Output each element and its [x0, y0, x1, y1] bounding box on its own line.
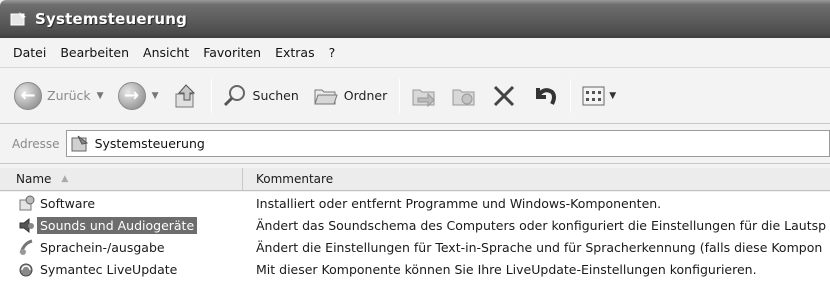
- search-label: Suchen: [252, 88, 299, 103]
- delete-icon: [494, 85, 515, 106]
- copy-to-icon: [452, 89, 475, 105]
- views-dropdown-icon[interactable]: ▼: [609, 91, 616, 101]
- list-item[interactable]: Sounds und Audiogeräte Ändert das Sounds…: [0, 214, 830, 236]
- list-item[interactable]: Sprachein-/ausgabe Ändert die Einstellun…: [0, 236, 830, 258]
- forward-arrow-icon: →: [117, 81, 146, 110]
- menu-bar: Datei Bearbeiten Ansicht Favoriten Extra…: [0, 38, 830, 68]
- address-value: Systemsteuerung: [94, 136, 205, 151]
- back-button[interactable]: ← Zurück ▼: [14, 81, 104, 110]
- liveupdate-icon: [19, 263, 33, 276]
- list-item[interactable]: Symantec LiveUpdate Mit dieser Komponent…: [0, 258, 830, 280]
- item-list: Software Installiert oder entfernt Progr…: [0, 192, 830, 284]
- list-item[interactable]: Software Installiert oder entfernt Progr…: [0, 192, 830, 214]
- menu-file[interactable]: Datei: [6, 45, 53, 60]
- toolbar: ← Zurück ▼ → ▼ Suchen Ordner ▼: [0, 68, 830, 124]
- item-name: Sprachein-/ausgabe: [40, 239, 165, 255]
- menu-edit[interactable]: Bearbeiten: [53, 45, 136, 60]
- toolbar-separator: [399, 78, 401, 113]
- control-panel-icon: [10, 11, 28, 27]
- move-to-icon: [412, 89, 435, 107]
- back-dropdown-icon[interactable]: ▼: [97, 91, 104, 101]
- column-comments-label: Kommentare: [256, 172, 334, 186]
- menu-favorites[interactable]: Favoriten: [196, 45, 268, 60]
- address-field[interactable]: Systemsteuerung: [65, 130, 830, 157]
- speech-icon: [19, 239, 33, 255]
- list-header: Name ▲ Kommentare: [0, 168, 830, 191]
- folders-button[interactable]: Ordner: [313, 84, 387, 108]
- back-label: Zurück: [47, 88, 91, 103]
- sort-ascending-icon: ▲: [61, 174, 69, 184]
- undo-icon: [536, 87, 557, 105]
- forward-button[interactable]: → ▼: [117, 81, 159, 110]
- back-arrow-icon: ←: [14, 81, 42, 110]
- search-icon: [223, 84, 245, 106]
- address-bar: Adresse Systemsteuerung: [0, 124, 830, 164]
- title-bar[interactable]: Systemsteuerung: [0, 0, 830, 38]
- folders-icon: [314, 89, 338, 104]
- item-comment: Mit dieser Komponente können Sie Ihre Li…: [256, 261, 757, 277]
- software-icon: [19, 195, 35, 210]
- views-icon: [582, 86, 605, 105]
- undo-button[interactable]: [532, 84, 558, 108]
- item-name: Sounds und Audiogeräte: [37, 216, 198, 234]
- copy-to-button[interactable]: [450, 83, 478, 109]
- menu-help[interactable]: ?: [322, 45, 343, 60]
- window-title: Systemsteuerung: [35, 10, 188, 28]
- move-to-button[interactable]: [410, 83, 438, 109]
- up-folder-button[interactable]: [173, 82, 199, 110]
- item-comment: Ändert die Einstellungen für Text-in-Spr…: [256, 239, 823, 255]
- delete-button[interactable]: [492, 84, 516, 108]
- column-header-name[interactable]: Name ▲: [0, 168, 243, 190]
- toolbar-separator: [210, 78, 212, 113]
- views-button[interactable]: ▼: [581, 84, 616, 108]
- menu-view[interactable]: Ansicht: [136, 45, 196, 60]
- speaker-icon: [19, 217, 34, 233]
- item-comment: Ändert das Soundschema des Computers ode…: [256, 217, 827, 233]
- column-name-label: Name: [16, 172, 52, 186]
- menu-tools[interactable]: Extras: [268, 45, 322, 60]
- item-comment: Installiert oder entfernt Programme und …: [256, 195, 662, 211]
- toolbar-separator: [570, 78, 572, 113]
- column-header-comments[interactable]: Kommentare: [243, 168, 830, 190]
- address-label: Adresse: [12, 136, 60, 151]
- up-folder-icon: [175, 83, 195, 107]
- item-name: Symantec LiveUpdate: [40, 261, 178, 277]
- control-panel-icon: [71, 135, 88, 151]
- folders-label: Ordner: [343, 88, 388, 103]
- search-button[interactable]: Suchen: [222, 83, 299, 109]
- item-name: Software: [40, 195, 96, 211]
- forward-dropdown-icon[interactable]: ▼: [152, 91, 159, 101]
